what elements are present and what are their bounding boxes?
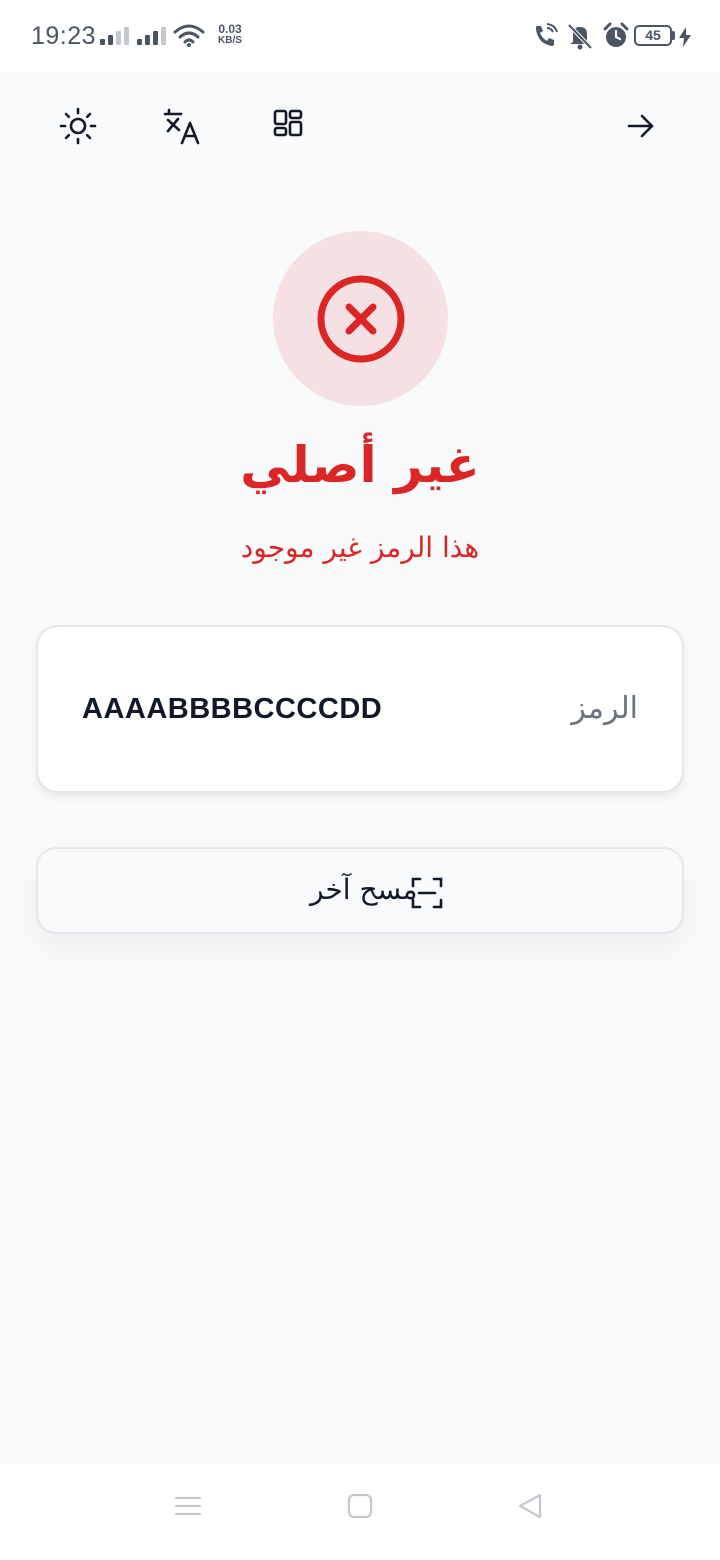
home-square-icon[interactable] <box>347 1492 373 1520</box>
signal-icon <box>100 27 129 45</box>
system-nav-bar <box>0 1464 720 1560</box>
scan-again-label: مسح آخر <box>310 873 418 906</box>
wifi-icon <box>173 24 205 47</box>
network-speed-unit: KB/S <box>218 35 242 46</box>
result-subtitle: هذا الرمز غير موجود <box>240 531 480 564</box>
battery-nub <box>672 31 675 40</box>
result-title: غير أصلي <box>240 436 480 494</box>
battery-level: 45 <box>645 27 661 43</box>
grid-menu-icon[interactable] <box>268 106 308 146</box>
code-label: الرمز <box>571 691 638 726</box>
back-triangle-icon[interactable] <box>516 1492 544 1520</box>
scan-again-button[interactable]: مسح آخر <box>36 847 684 934</box>
network-speed-value: 0.03 <box>218 22 242 36</box>
theme-sun-icon[interactable] <box>58 106 98 146</box>
network-speed: 0.03 KB/S <box>210 22 250 46</box>
scan-frame-icon <box>411 877 443 909</box>
vibrate-off-icon <box>567 23 593 50</box>
code-card: الرمز AAAABBBBCCCCDD <box>36 625 684 793</box>
translate-icon[interactable] <box>163 106 203 146</box>
signal-icon <box>137 27 166 45</box>
status-bar: 19:23 0.03 KB/S 45 <box>0 0 720 72</box>
alarm-icon <box>603 22 629 47</box>
code-value: AAAABBBBCCCCDD <box>82 693 383 725</box>
charging-icon <box>679 27 691 47</box>
battery-icon: 45 <box>634 25 672 46</box>
status-time: 19:23 <box>31 22 97 50</box>
error-x-circle-icon <box>317 275 405 363</box>
menu-icon[interactable] <box>174 1492 202 1520</box>
wifi-call-icon <box>536 23 558 46</box>
forward-arrow-icon[interactable] <box>621 106 661 146</box>
